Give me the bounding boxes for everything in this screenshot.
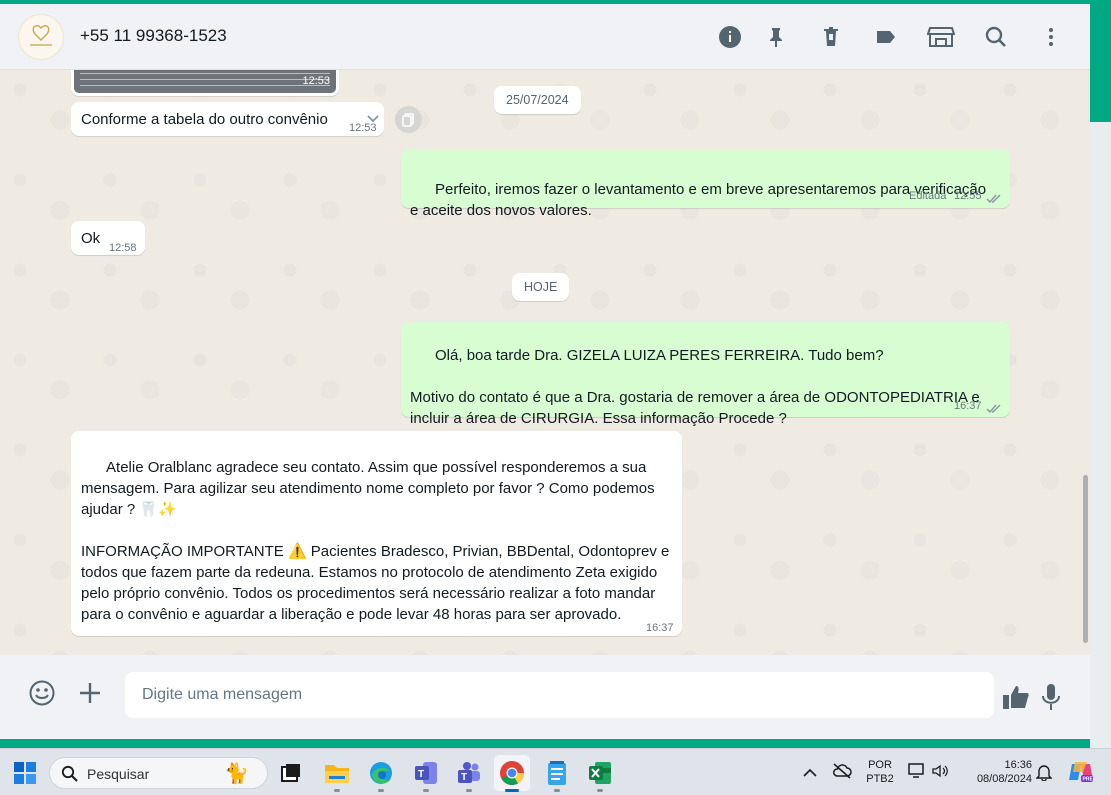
read-receipt-icon bbox=[986, 401, 1002, 419]
clock-time: 16:36 bbox=[1004, 759, 1032, 771]
keyboard-layout: PTB2 bbox=[866, 773, 894, 785]
image-message[interactable]: 12:53 bbox=[71, 70, 339, 96]
label-icon[interactable] bbox=[871, 22, 901, 52]
message-input[interactable] bbox=[125, 672, 994, 718]
running-indicator bbox=[554, 789, 560, 792]
chevron-up-icon[interactable] bbox=[803, 765, 817, 783]
conversation-panel[interactable]: 12:53 Conforme a tabela do outro convêni… bbox=[0, 70, 1090, 655]
read-receipt-icon bbox=[986, 191, 1002, 209]
contact-avatar[interactable] bbox=[18, 14, 64, 60]
date-divider: 25/07/2024 bbox=[494, 86, 581, 114]
whatsapp-window: +55 11 99368-1523 12:53 Conforme a tabel… bbox=[0, 4, 1090, 739]
message-time: 12:58 bbox=[109, 242, 137, 254]
language-code: POR bbox=[868, 759, 892, 771]
language-indicator[interactable]: POR PTB2 bbox=[864, 758, 896, 786]
search-placeholder: Pesquisar bbox=[87, 766, 150, 782]
cat-decoration-icon: 🐈 bbox=[224, 763, 249, 785]
volume-icon[interactable] bbox=[932, 764, 948, 783]
clock-date: 08/08/2024 bbox=[976, 773, 1032, 785]
copilot-icon[interactable]: PRE bbox=[1068, 760, 1094, 789]
running-indicator bbox=[423, 789, 429, 792]
message-text: Perfeito, iremos fazer o levantamento e … bbox=[410, 181, 991, 219]
windows-taskbar: Pesquisar 🐈 T T POR PTB2 16:36 08/08/202… bbox=[0, 748, 1111, 795]
incoming-message[interactable]: Conforme a tabela do outro convênio 12:5… bbox=[71, 102, 384, 136]
outgoing-message[interactable]: Olá, boa tarde Dra. GIZELA LUIZA PERES F… bbox=[401, 322, 1010, 427]
message-time: 12:53 bbox=[302, 75, 330, 87]
taskbar-search[interactable]: Pesquisar 🐈 bbox=[49, 757, 268, 789]
edited-label: Editada bbox=[909, 190, 947, 202]
message-text: Conforme a tabela do outro convênio bbox=[81, 111, 328, 128]
running-indicator bbox=[466, 789, 472, 792]
date-divider: HOJE bbox=[512, 273, 570, 301]
running-indicator bbox=[334, 789, 340, 792]
message-time: 16:37 bbox=[954, 400, 982, 412]
menu-icon[interactable] bbox=[1036, 22, 1066, 52]
task-view-icon[interactable] bbox=[273, 755, 309, 791]
notification-bell-icon[interactable] bbox=[1035, 764, 1053, 786]
message-time: 16:37 bbox=[646, 622, 674, 634]
chevron-down-icon[interactable] bbox=[367, 108, 379, 129]
window-edge-lower bbox=[1090, 122, 1111, 748]
excel-icon[interactable] bbox=[582, 755, 618, 792]
mic-icon[interactable] bbox=[1034, 680, 1068, 714]
network-icon[interactable] bbox=[908, 763, 926, 784]
active-indicator bbox=[505, 789, 519, 792]
info-icon[interactable] bbox=[715, 22, 745, 52]
image-thumbnail[interactable]: 12:53 bbox=[74, 70, 336, 93]
avatar-logo-icon bbox=[30, 25, 52, 46]
chat-scrollbar[interactable] bbox=[1081, 70, 1090, 655]
like-icon[interactable] bbox=[999, 680, 1033, 714]
forward-icon[interactable] bbox=[395, 106, 422, 133]
teams-icon[interactable]: T bbox=[451, 755, 487, 792]
chat-header: +55 11 99368-1523 bbox=[0, 4, 1090, 70]
svg-text:T: T bbox=[418, 769, 424, 780]
incoming-message[interactable]: Ok 12:58 bbox=[71, 221, 145, 255]
window-edge bbox=[1090, 4, 1111, 122]
svg-text:T: T bbox=[461, 772, 467, 783]
message-text: Atelie Oralblanc agradece seu contato. A… bbox=[81, 459, 670, 623]
clock[interactable]: 16:36 08/08/2024 bbox=[964, 758, 1032, 786]
attach-icon[interactable] bbox=[73, 676, 107, 710]
start-icon[interactable] bbox=[7, 755, 43, 791]
chrome-icon[interactable] bbox=[494, 755, 530, 792]
pin-icon[interactable] bbox=[761, 22, 791, 52]
contact-name[interactable]: +55 11 99368-1523 bbox=[80, 26, 227, 46]
message-text: Ok bbox=[81, 230, 101, 247]
emoji-icon[interactable] bbox=[25, 676, 59, 710]
notepad-icon[interactable] bbox=[539, 755, 575, 792]
search-icon[interactable] bbox=[981, 22, 1011, 52]
edge-icon[interactable] bbox=[363, 755, 399, 792]
incoming-message[interactable]: Atelie Oralblanc agradece seu contato. A… bbox=[71, 431, 682, 636]
running-indicator bbox=[378, 789, 384, 792]
message-text: Olá, boa tarde Dra. GIZELA LUIZA PERES F… bbox=[410, 347, 980, 427]
teams-classroom-icon[interactable]: T bbox=[408, 755, 444, 792]
file-explorer-icon[interactable] bbox=[319, 755, 355, 792]
cloud-offline-icon[interactable] bbox=[832, 762, 852, 785]
search-icon bbox=[61, 765, 78, 782]
message-time: 12:55 bbox=[954, 190, 982, 202]
catalog-icon[interactable] bbox=[926, 22, 956, 52]
composer-bar bbox=[0, 655, 1090, 739]
scroll-thumb[interactable] bbox=[1083, 475, 1088, 643]
running-indicator bbox=[597, 789, 603, 792]
delete-icon[interactable] bbox=[816, 22, 846, 52]
svg-text:PRE: PRE bbox=[1083, 777, 1094, 783]
